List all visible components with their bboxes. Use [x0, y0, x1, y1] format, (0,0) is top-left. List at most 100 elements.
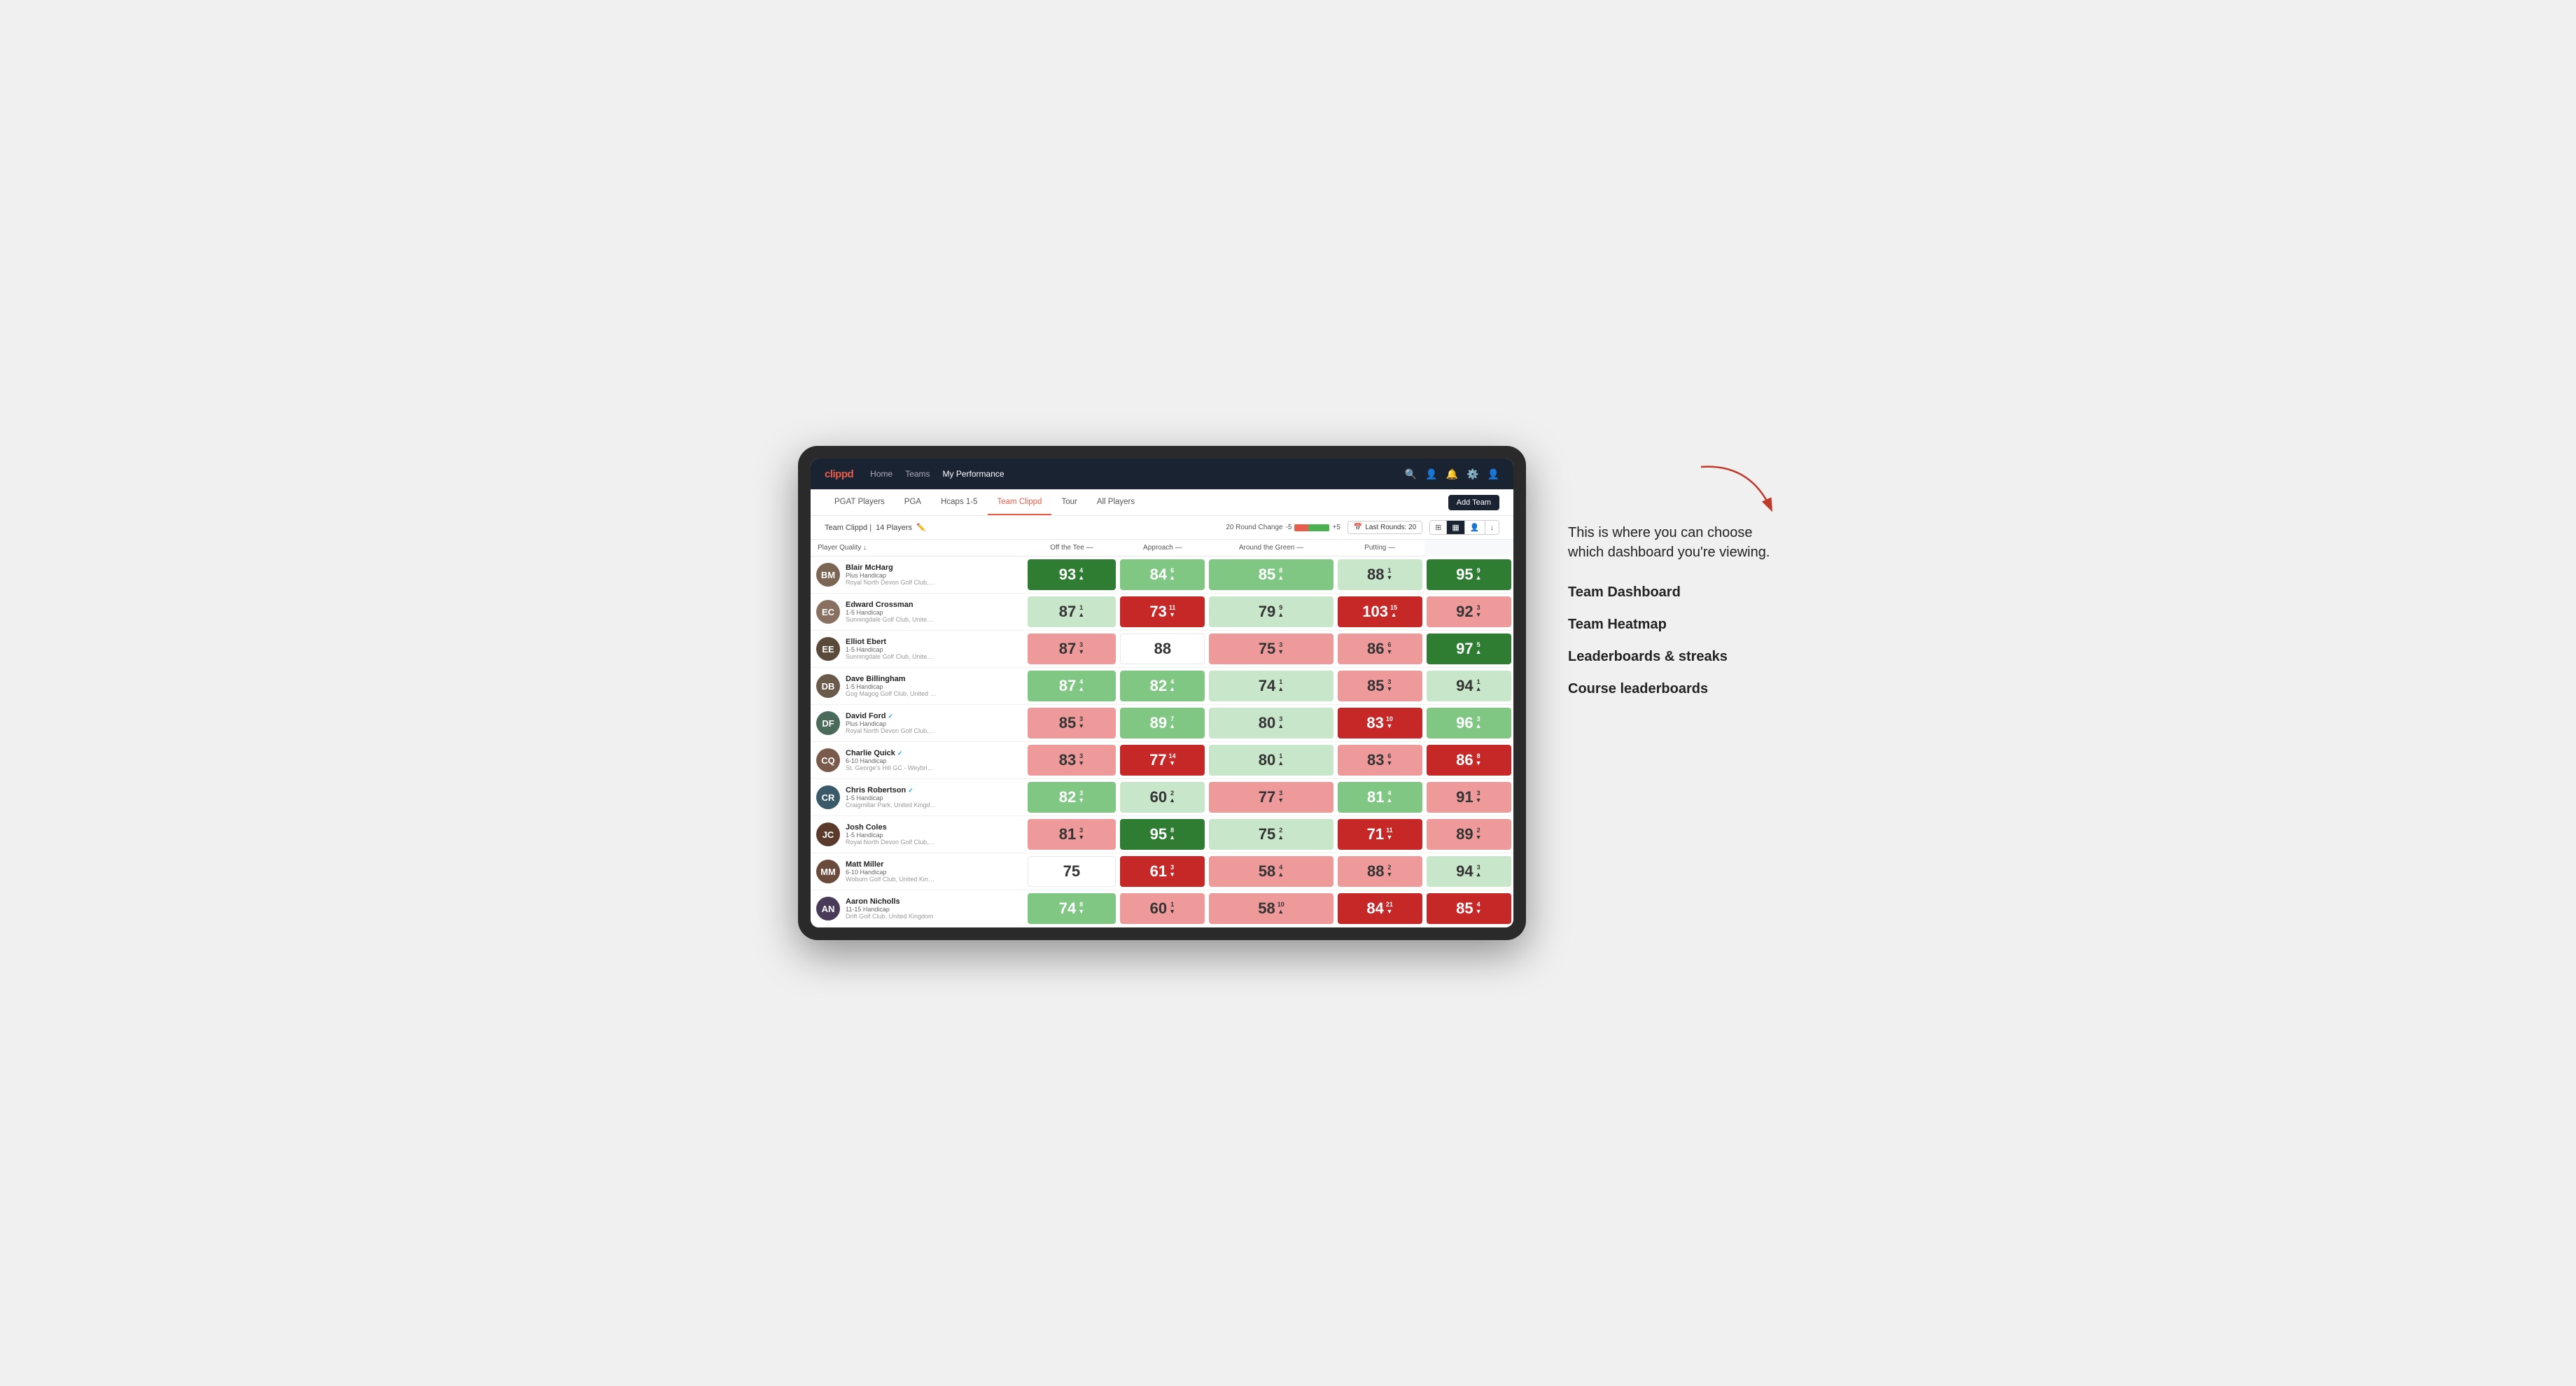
player-club: Craigmillar Park, United Kingdom [846, 802, 937, 808]
score-value: 61 [1150, 864, 1167, 879]
player-cell-7[interactable]: JCJosh Coles1-5 HandicapRoyal North Devo… [811, 816, 1026, 853]
last-rounds-button[interactable]: 📅 Last Rounds: 20 [1348, 521, 1422, 534]
avatar-icon[interactable]: 👤 [1488, 468, 1499, 480]
score-cell-approach: 803 [1207, 705, 1335, 742]
search-icon[interactable]: 🔍 [1405, 468, 1417, 480]
score-cell-around-green: 881 [1336, 556, 1424, 594]
avatar: CR [816, 785, 840, 809]
score-cell-putting: 943 [1424, 853, 1513, 890]
player-count: 14 Players [876, 524, 912, 532]
table-row: ECEdward Crossman1-5 HandicapSunningdale… [811, 594, 1513, 631]
player-cell-5[interactable]: CQCharlie Quick✓6-10 HandicapSt. George'… [811, 742, 1026, 779]
nav-link-home[interactable]: Home [870, 469, 892, 479]
tab-all-players[interactable]: All Players [1087, 489, 1144, 515]
tab-tour[interactable]: Tour [1051, 489, 1086, 515]
person-view-button[interactable]: 👤 [1465, 521, 1485, 534]
score-cell-off-tee: 88 [1118, 631, 1207, 668]
col-player-quality: Player Quality ↓ [811, 540, 1026, 556]
arrow-up-icon [1278, 760, 1284, 767]
score-cell-off-tee: 602 [1118, 779, 1207, 816]
download-view-button[interactable]: ↓ [1485, 521, 1499, 534]
score-cell-quality: 823 [1026, 779, 1119, 816]
settings-icon[interactable]: ⚙️ [1466, 468, 1478, 480]
tab-team-clippd[interactable]: Team Clippd [988, 489, 1052, 515]
score-value: 87 [1059, 604, 1076, 620]
player-handicap: 1-5 Handicap [846, 832, 1020, 839]
score-value: 86 [1456, 752, 1473, 768]
tab-pgat-players[interactable]: PGAT Players [825, 489, 895, 515]
arrow-up-icon [1078, 686, 1084, 693]
round-change-label: 20 Round Change [1226, 524, 1282, 531]
page-wrapper: clippd Home Teams My Performance 🔍 👤 🔔 ⚙… [798, 446, 1778, 940]
add-team-button[interactable]: Add Team [1448, 495, 1499, 510]
player-name: Matt Miller [846, 860, 1020, 869]
nav-link-my-performance[interactable]: My Performance [943, 469, 1004, 479]
player-cell-2[interactable]: EEElliot Ebert1-5 HandicapSunningdale Go… [811, 631, 1026, 668]
player-cell-6[interactable]: CRChris Robertson✓1-5 HandicapCraigmilla… [811, 779, 1026, 816]
score-value: 58 [1258, 901, 1275, 916]
player-cell-9[interactable]: ANAaron Nicholls11-15 HandicapDrift Golf… [811, 890, 1026, 927]
heatmap-view-button[interactable]: ▦ [1447, 521, 1464, 534]
calendar-icon: 📅 [1354, 524, 1362, 531]
score-cell-approach: 752 [1207, 816, 1335, 853]
table-row: DFDavid Ford✓Plus HandicapRoyal North De… [811, 705, 1513, 742]
user-icon[interactable]: 👤 [1425, 468, 1437, 480]
nav-link-teams[interactable]: Teams [905, 469, 930, 479]
arrow-down-icon [1386, 872, 1392, 878]
arrow-down-icon [1078, 649, 1084, 656]
grid-view-button[interactable]: ⊞ [1430, 521, 1447, 534]
player-name: Aaron Nicholls [846, 897, 1020, 906]
score-cell-quality: 813 [1026, 816, 1119, 853]
arrow-down-icon [1386, 760, 1392, 767]
player-cell-0[interactable]: BMBlair McHargPlus HandicapRoyal North D… [811, 556, 1026, 594]
nav-bar: clippd Home Teams My Performance 🔍 👤 🔔 ⚙… [811, 458, 1513, 489]
pos-change: +5 [1332, 524, 1340, 531]
score-cell-off-tee: 7714 [1118, 742, 1207, 779]
player-name: Blair McHarg [846, 564, 1020, 572]
col-putting: Putting — [1336, 540, 1424, 556]
tab-hcaps[interactable]: Hcaps 1-5 [931, 489, 987, 515]
player-cell-4[interactable]: DFDavid Ford✓Plus HandicapRoyal North De… [811, 705, 1026, 742]
table-row: CQCharlie Quick✓6-10 HandicapSt. George'… [811, 742, 1513, 779]
arrow-up-icon [1278, 834, 1284, 841]
score-cell-putting: 913 [1424, 779, 1513, 816]
score-value: 75 [1063, 864, 1080, 879]
score-value: 85 [1059, 715, 1076, 731]
annotation-item-3: Course leaderboards [1568, 680, 1778, 698]
bell-icon[interactable]: 🔔 [1446, 468, 1458, 480]
arrow-up-icon [1391, 612, 1397, 619]
arrow-down-icon [1078, 760, 1084, 767]
score-cell-off-tee: 958 [1118, 816, 1207, 853]
change-pos-bar [1308, 524, 1329, 531]
score-cell-quality: 874 [1026, 668, 1119, 705]
avatar: DB [816, 674, 840, 698]
player-cell-3[interactable]: DBDave Billingham1-5 HandicapGog Magog G… [811, 668, 1026, 705]
tab-pga[interactable]: PGA [895, 489, 931, 515]
arrow-down-icon [1278, 797, 1284, 804]
score-value: 60 [1150, 790, 1167, 805]
tablet-device: clippd Home Teams My Performance 🔍 👤 🔔 ⚙… [798, 446, 1526, 940]
player-cell-8[interactable]: MMMatt Miller6-10 HandicapWoburn Golf Cl… [811, 853, 1026, 890]
player-cell-1[interactable]: ECEdward Crossman1-5 HandicapSunningdale… [811, 594, 1026, 631]
col-around-green: Around the Green — [1207, 540, 1335, 556]
score-value: 88 [1154, 641, 1171, 657]
edit-icon[interactable]: ✏️ [916, 523, 926, 532]
score-value: 75 [1259, 827, 1275, 842]
player-club: St. George's Hill GC - Weybridge - Surre… [846, 764, 937, 771]
player-handicap: 1-5 Handicap [846, 609, 1020, 616]
player-handicap: 6-10 Handicap [846, 869, 1020, 876]
score-cell-approach: 858 [1207, 556, 1335, 594]
score-cell-around-green: 814 [1336, 779, 1424, 816]
avatar: EC [816, 600, 840, 624]
arrow-down-icon [1476, 612, 1482, 619]
table-row: MMMatt Miller6-10 HandicapWoburn Golf Cl… [811, 853, 1513, 890]
arrow-down-icon [1386, 649, 1392, 656]
score-cell-quality: 873 [1026, 631, 1119, 668]
score-cell-around-green: 866 [1336, 631, 1424, 668]
score-value: 91 [1456, 790, 1473, 805]
table-row: JCJosh Coles1-5 HandicapRoyal North Devo… [811, 816, 1513, 853]
score-cell-quality: 75 [1026, 853, 1119, 890]
table-row: BMBlair McHargPlus HandicapRoyal North D… [811, 556, 1513, 594]
score-value: 75 [1259, 641, 1275, 657]
avatar: AN [816, 897, 840, 920]
